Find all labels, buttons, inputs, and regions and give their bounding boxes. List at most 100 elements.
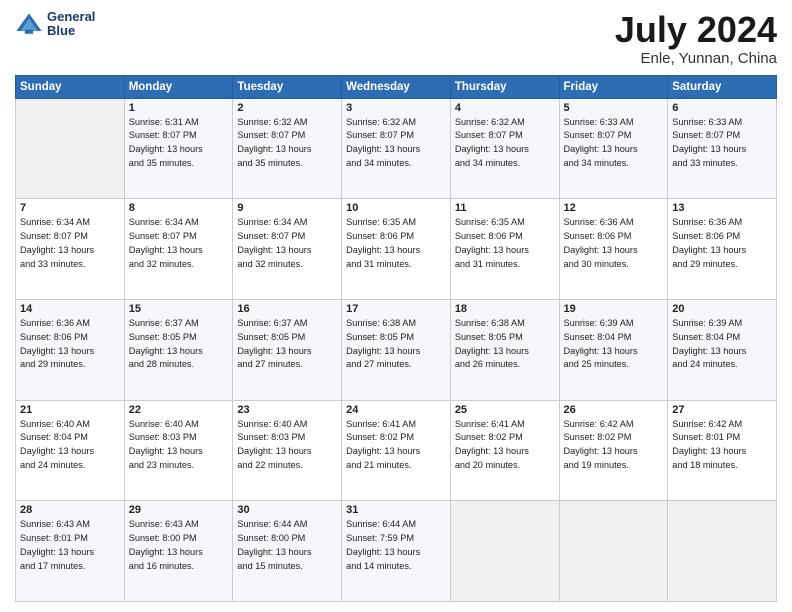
day-info: Sunrise: 6:38 AMSunset: 8:05 PMDaylight:… bbox=[455, 317, 555, 372]
calendar-cell: 19 Sunrise: 6:39 AMSunset: 8:04 PMDayligh… bbox=[559, 299, 668, 400]
day-number: 18 bbox=[455, 303, 555, 315]
calendar-cell: 14Sunrise: 6:36 AMSunset: 8:06 PMDayligh… bbox=[16, 299, 125, 400]
day-number: 26 bbox=[564, 404, 664, 416]
day-info: Sunrise: 6:40 AMSunset: 8:03 PMDaylight:… bbox=[237, 418, 337, 473]
day-info: Sunrise: 6:32 AMSunset: 8:07 PMDaylight:… bbox=[346, 116, 446, 171]
day-info: Sunrise: 6:44 AMSunset: 7:59 PMDaylight:… bbox=[346, 518, 446, 573]
calendar-cell: 8 Sunrise: 6:34 AMSunset: 8:07 PMDaylight… bbox=[124, 199, 233, 300]
calendar-cell bbox=[450, 501, 559, 602]
day-info: Sunrise: 6:37 AMSunset: 8:05 PMDaylight:… bbox=[129, 317, 229, 372]
day-number: 25 bbox=[455, 404, 555, 416]
calendar-cell: 9 Sunrise: 6:34 AMSunset: 8:07 PMDaylight… bbox=[233, 199, 342, 300]
day-info: Sunrise: 6:39 AMSunset: 8:04 PMDaylight:… bbox=[564, 317, 664, 372]
day-info: Sunrise: 6:34 AMSunset: 8:07 PMDaylight:… bbox=[129, 216, 229, 271]
day-number: 8 bbox=[129, 202, 229, 214]
calendar-cell: 28 Sunrise: 6:43 AMSunset: 8:01 PMDayligh… bbox=[16, 501, 125, 602]
calendar-cell: 12 Sunrise: 6:36 AMSunset: 8:06 PMDayligh… bbox=[559, 199, 668, 300]
logo-icon bbox=[15, 10, 43, 38]
day-number: 12 bbox=[564, 202, 664, 214]
calendar-cell: 27Sunrise: 6:42 AMSunset: 8:01 PMDayligh… bbox=[668, 400, 777, 501]
calendar-cell: 11 Sunrise: 6:35 AMSunset: 8:06 PMDayligh… bbox=[450, 199, 559, 300]
calendar-day-header: Saturday bbox=[668, 75, 777, 98]
day-number: 24 bbox=[346, 404, 446, 416]
calendar-day-header: Thursday bbox=[450, 75, 559, 98]
day-number: 6 bbox=[672, 102, 772, 114]
calendar-cell: 29Sunrise: 6:43 AMSunset: 8:00 PMDayligh… bbox=[124, 501, 233, 602]
day-info: Sunrise: 6:33 AMSunset: 8:07 PMDaylight:… bbox=[564, 116, 664, 171]
calendar-cell: 6 Sunrise: 6:33 AMSunset: 8:07 PMDaylight… bbox=[668, 98, 777, 199]
day-number: 28 bbox=[20, 504, 120, 516]
day-info: Sunrise: 6:41 AMSunset: 8:02 PMDaylight:… bbox=[346, 418, 446, 473]
calendar-day-header: Wednesday bbox=[342, 75, 451, 98]
calendar-cell: 31Sunrise: 6:44 AMSunset: 7:59 PMDayligh… bbox=[342, 501, 451, 602]
calendar-cell: 16 Sunrise: 6:37 AMSunset: 8:05 PMDayligh… bbox=[233, 299, 342, 400]
calendar-header-row: SundayMondayTuesdayWednesdayThursdayFrid… bbox=[16, 75, 777, 98]
day-number: 9 bbox=[237, 202, 337, 214]
day-number: 13 bbox=[672, 202, 772, 214]
calendar-day-header: Friday bbox=[559, 75, 668, 98]
day-info: Sunrise: 6:37 AMSunset: 8:05 PMDaylight:… bbox=[237, 317, 337, 372]
day-number: 5 bbox=[564, 102, 664, 114]
day-number: 1 bbox=[129, 102, 229, 114]
calendar-cell: 15 Sunrise: 6:37 AMSunset: 8:05 PMDayligh… bbox=[124, 299, 233, 400]
day-info: Sunrise: 6:32 AMSunset: 8:07 PMDaylight:… bbox=[455, 116, 555, 171]
day-number: 19 bbox=[564, 303, 664, 315]
calendar-cell: 4 Sunrise: 6:32 AMSunset: 8:07 PMDaylight… bbox=[450, 98, 559, 199]
calendar-week-row: 28 Sunrise: 6:43 AMSunset: 8:01 PMDayligh… bbox=[16, 501, 777, 602]
logo-line2: Blue bbox=[47, 24, 95, 38]
calendar-cell: 1 Sunrise: 6:31 AMSunset: 8:07 PMDaylight… bbox=[124, 98, 233, 199]
day-number: 21 bbox=[20, 404, 120, 416]
day-info: Sunrise: 6:44 AMSunset: 8:00 PMDaylight:… bbox=[237, 518, 337, 573]
day-number: 17 bbox=[346, 303, 446, 315]
day-number: 10 bbox=[346, 202, 446, 214]
day-number: 3 bbox=[346, 102, 446, 114]
calendar-week-row: 14Sunrise: 6:36 AMSunset: 8:06 PMDayligh… bbox=[16, 299, 777, 400]
day-info: Sunrise: 6:31 AMSunset: 8:07 PMDaylight:… bbox=[129, 116, 229, 171]
day-info: Sunrise: 6:39 AMSunset: 8:04 PMDaylight:… bbox=[672, 317, 772, 372]
calendar-week-row: 7 Sunrise: 6:34 AMSunset: 8:07 PMDaylight… bbox=[16, 199, 777, 300]
calendar-day-header: Monday bbox=[124, 75, 233, 98]
day-number: 16 bbox=[237, 303, 337, 315]
calendar-cell bbox=[16, 98, 125, 199]
day-info: Sunrise: 6:35 AMSunset: 8:06 PMDaylight:… bbox=[455, 216, 555, 271]
calendar-cell: 24 Sunrise: 6:41 AMSunset: 8:02 PMDayligh… bbox=[342, 400, 451, 501]
calendar: SundayMondayTuesdayWednesdayThursdayFrid… bbox=[15, 75, 777, 602]
day-number: 15 bbox=[129, 303, 229, 315]
calendar-week-row: 21 Sunrise: 6:40 AMSunset: 8:04 PMDayligh… bbox=[16, 400, 777, 501]
calendar-cell: 30 Sunrise: 6:44 AMSunset: 8:00 PMDayligh… bbox=[233, 501, 342, 602]
day-info: Sunrise: 6:41 AMSunset: 8:02 PMDaylight:… bbox=[455, 418, 555, 473]
calendar-cell: 18 Sunrise: 6:38 AMSunset: 8:05 PMDayligh… bbox=[450, 299, 559, 400]
main-title: July 2024 bbox=[615, 10, 777, 50]
calendar-cell bbox=[559, 501, 668, 602]
day-number: 14 bbox=[20, 303, 120, 315]
day-info: Sunrise: 6:43 AMSunset: 8:01 PMDaylight:… bbox=[20, 518, 120, 573]
calendar-cell: 13 Sunrise: 6:36 AMSunset: 8:06 PMDayligh… bbox=[668, 199, 777, 300]
day-number: 2 bbox=[237, 102, 337, 114]
day-info: Sunrise: 6:40 AMSunset: 8:04 PMDaylight:… bbox=[20, 418, 120, 473]
logo-line1: General bbox=[47, 10, 95, 24]
day-number: 11 bbox=[455, 202, 555, 214]
calendar-cell: 20Sunrise: 6:39 AMSunset: 8:04 PMDayligh… bbox=[668, 299, 777, 400]
calendar-day-header: Tuesday bbox=[233, 75, 342, 98]
day-number: 7 bbox=[20, 202, 120, 214]
day-info: Sunrise: 6:33 AMSunset: 8:07 PMDaylight:… bbox=[672, 116, 772, 171]
calendar-cell: 25 Sunrise: 6:41 AMSunset: 8:02 PMDayligh… bbox=[450, 400, 559, 501]
day-number: 30 bbox=[237, 504, 337, 516]
day-number: 4 bbox=[455, 102, 555, 114]
day-number: 29 bbox=[129, 504, 229, 516]
calendar-cell: 23 Sunrise: 6:40 AMSunset: 8:03 PMDayligh… bbox=[233, 400, 342, 501]
day-info: Sunrise: 6:36 AMSunset: 8:06 PMDaylight:… bbox=[672, 216, 772, 271]
calendar-cell bbox=[668, 501, 777, 602]
day-number: 22 bbox=[129, 404, 229, 416]
day-number: 23 bbox=[237, 404, 337, 416]
day-info: Sunrise: 6:40 AMSunset: 8:03 PMDaylight:… bbox=[129, 418, 229, 473]
calendar-cell: 17Sunrise: 6:38 AMSunset: 8:05 PMDayligh… bbox=[342, 299, 451, 400]
day-info: Sunrise: 6:42 AMSunset: 8:01 PMDaylight:… bbox=[672, 418, 772, 473]
logo-text: General Blue bbox=[47, 10, 95, 39]
page-header: General Blue July 2024 Enle, Yunnan, Chi… bbox=[15, 10, 777, 67]
day-info: Sunrise: 6:42 AMSunset: 8:02 PMDaylight:… bbox=[564, 418, 664, 473]
day-info: Sunrise: 6:32 AMSunset: 8:07 PMDaylight:… bbox=[237, 116, 337, 171]
day-info: Sunrise: 6:36 AMSunset: 8:06 PMDaylight:… bbox=[564, 216, 664, 271]
calendar-cell: 7Sunrise: 6:34 AMSunset: 8:07 PMDaylight… bbox=[16, 199, 125, 300]
day-info: Sunrise: 6:34 AMSunset: 8:07 PMDaylight:… bbox=[237, 216, 337, 271]
